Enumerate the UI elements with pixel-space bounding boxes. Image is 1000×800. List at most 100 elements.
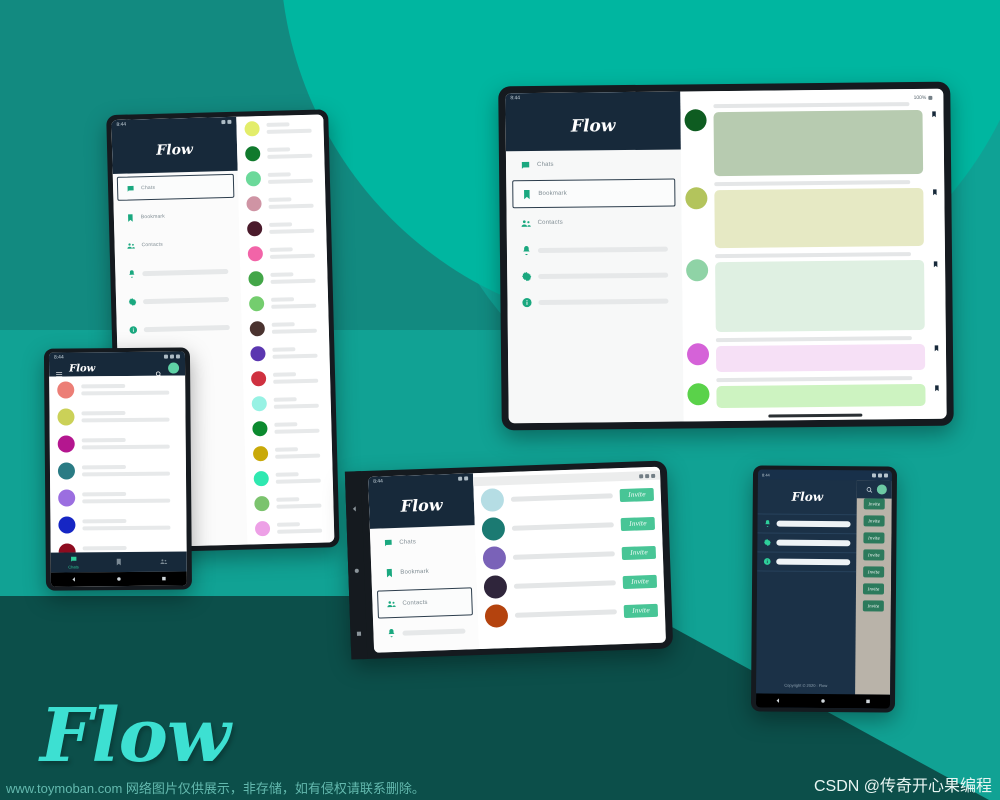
list-item[interactable] xyxy=(236,114,324,141)
invite-button[interactable]: Invite xyxy=(623,574,658,590)
placeholder-bar xyxy=(275,472,299,477)
bookmark-icon[interactable] xyxy=(931,252,940,330)
back-icon[interactable] xyxy=(71,576,77,582)
list-item[interactable] xyxy=(49,375,185,403)
list-item[interactable] xyxy=(50,456,186,484)
recents-icon[interactable] xyxy=(865,698,871,704)
search-icon[interactable] xyxy=(155,365,162,378)
invite-button[interactable]: Invite xyxy=(620,487,655,503)
list-item[interactable] xyxy=(51,537,187,553)
avatar[interactable] xyxy=(876,484,887,495)
sidebar-item-chats[interactable]: Chats xyxy=(375,527,471,556)
list-item[interactable] xyxy=(50,429,186,457)
bookmark-icon[interactable] xyxy=(932,336,940,370)
invite-button[interactable]: Invite xyxy=(862,600,885,612)
invite-button[interactable]: Invite xyxy=(863,549,885,561)
tab-chats[interactable]: Chats xyxy=(51,552,97,572)
placeholder-bar xyxy=(271,322,295,327)
list-item[interactable] xyxy=(242,339,330,366)
list-item[interactable] xyxy=(247,514,335,541)
home-icon[interactable] xyxy=(352,562,359,574)
list-item[interactable] xyxy=(244,414,332,441)
tab-bookmark[interactable] xyxy=(96,552,142,572)
contacts-behind-drawer[interactable]: Invite Invite Invite Invite Invite Invite Invi… xyxy=(855,480,892,695)
sidebar-item-contacts[interactable]: Contacts xyxy=(118,232,236,257)
sidebar-item-settings[interactable] xyxy=(120,288,238,313)
list-item[interactable] xyxy=(246,464,334,491)
bookmark-item[interactable] xyxy=(684,102,939,177)
sidebar-item-bookmark[interactable]: Bookmark xyxy=(376,557,472,586)
bookmark-item[interactable] xyxy=(687,336,940,373)
list-item[interactable] xyxy=(245,439,333,466)
battery-icon xyxy=(175,353,180,359)
phone-chats-screen: 8:44 Flow Chats xyxy=(48,351,187,587)
invite-button[interactable]: Invite xyxy=(863,515,886,527)
list-item[interactable] xyxy=(243,364,331,391)
back-icon[interactable] xyxy=(775,698,781,704)
home-icon[interactable] xyxy=(116,576,122,582)
list-item[interactable] xyxy=(49,402,185,430)
invite-button[interactable]: Invite xyxy=(863,532,885,544)
sidebar-item-chats[interactable]: Chats xyxy=(116,173,235,201)
list-item[interactable] xyxy=(238,164,326,191)
bookmark-icon[interactable] xyxy=(932,376,940,406)
list-item-text xyxy=(81,464,178,477)
back-icon[interactable] xyxy=(350,499,357,512)
contact-row[interactable]: Invite xyxy=(478,596,666,632)
invite-button[interactable]: Invite xyxy=(624,603,659,619)
sidebar-item-chats[interactable]: Chats xyxy=(512,151,675,179)
list-item[interactable] xyxy=(238,189,326,216)
recents-icon[interactable] xyxy=(355,624,362,637)
list-item[interactable] xyxy=(239,214,327,241)
hamburger-icon[interactable] xyxy=(55,365,63,377)
avatar xyxy=(246,196,262,212)
list-item[interactable] xyxy=(241,289,329,316)
sidebar-item-contacts[interactable]: Contacts xyxy=(513,209,676,237)
placeholder-bar xyxy=(269,253,316,259)
bookmark-item[interactable] xyxy=(686,252,940,333)
sidebar-item-contacts[interactable]: Contacts xyxy=(376,587,474,619)
list-item[interactable] xyxy=(240,264,328,291)
drawer-item-notifications[interactable] xyxy=(757,513,857,534)
sidebar-item-notifications[interactable] xyxy=(378,619,474,644)
sidebar-item-bookmark[interactable]: Bookmark xyxy=(118,204,236,229)
avatar[interactable] xyxy=(168,362,180,374)
list-item[interactable] xyxy=(240,239,328,266)
bookmark-icon[interactable] xyxy=(929,102,938,174)
invite-button[interactable]: Invite xyxy=(622,545,657,561)
gear-icon xyxy=(763,538,771,546)
recents-icon[interactable] xyxy=(161,576,167,582)
placeholder-bar xyxy=(776,520,851,528)
signal-icon xyxy=(169,354,174,359)
sidebar-item-notifications[interactable] xyxy=(119,260,237,285)
invite-button[interactable]: Invite xyxy=(862,583,885,595)
home-icon[interactable] xyxy=(820,698,826,704)
sidebar-item-about[interactable] xyxy=(121,316,239,341)
sidebar-item-about[interactable] xyxy=(513,290,676,314)
sidebar-item-settings[interactable] xyxy=(513,264,676,288)
bookmark-item[interactable] xyxy=(685,180,938,249)
list-item-text xyxy=(275,472,325,484)
phone-chat-list[interactable] xyxy=(49,375,187,553)
list-item[interactable] xyxy=(237,139,325,166)
drawer-item-about[interactable] xyxy=(757,551,857,573)
invite-button[interactable]: Invite xyxy=(862,566,885,578)
sidebar-item-notifications[interactable] xyxy=(513,238,676,262)
invite-button[interactable]: Invite xyxy=(863,498,886,510)
search-icon[interactable] xyxy=(866,486,873,493)
invite-button[interactable]: Invite xyxy=(621,516,656,532)
contacts-list[interactable]: Invite Invite Invite Invite Invite xyxy=(473,466,666,650)
list-item[interactable] xyxy=(242,314,330,341)
tablet-portrait-chat-list[interactable] xyxy=(236,114,335,545)
list-item[interactable] xyxy=(50,483,186,511)
tablet-bookmark-header: 8:44 Flow xyxy=(505,91,682,152)
sidebar-item-bookmark[interactable]: Bookmark xyxy=(512,178,676,209)
list-item[interactable] xyxy=(246,489,334,516)
bookmark-list[interactable]: 100% xyxy=(680,88,947,422)
bookmark-item[interactable] xyxy=(687,376,940,409)
tab-contacts[interactable] xyxy=(141,551,187,571)
list-item[interactable] xyxy=(244,389,332,416)
drawer-item-settings[interactable] xyxy=(757,532,857,553)
list-item[interactable] xyxy=(50,510,186,538)
bookmark-icon[interactable] xyxy=(930,180,939,246)
